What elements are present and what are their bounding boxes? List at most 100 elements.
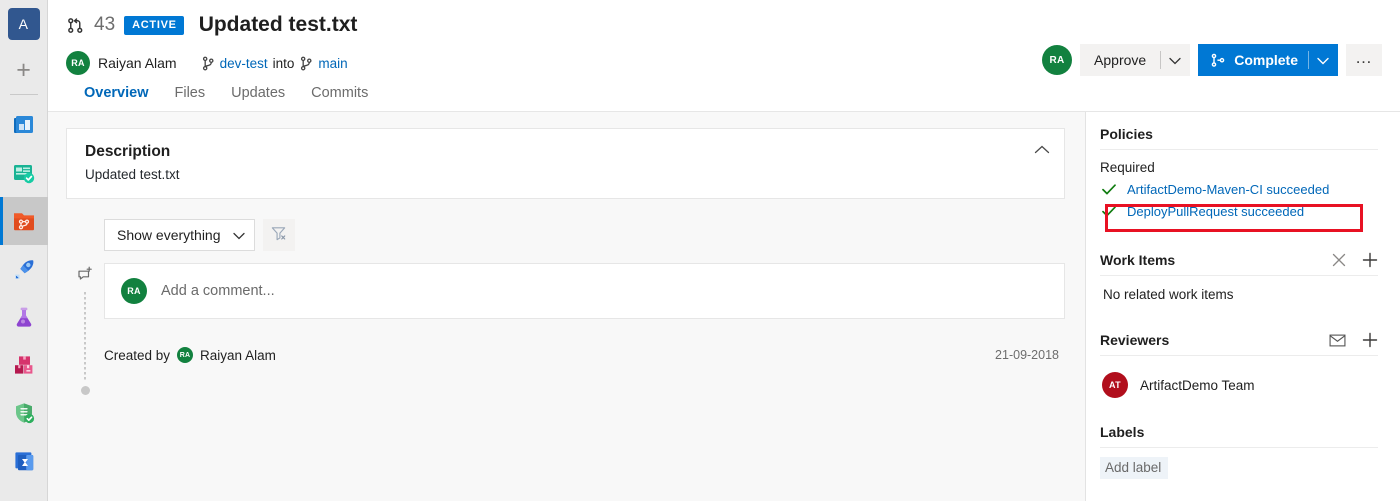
chevron-down-icon: [232, 227, 245, 243]
labels-body: Add label: [1100, 448, 1378, 479]
policy-link[interactable]: ArtifactDemo-Maven-CI succeeded: [1127, 182, 1329, 197]
author-avatar: RA: [66, 51, 90, 75]
show-everything-value: Show everything: [117, 227, 221, 243]
pull-request-page: A + 43 ACTIVE Updated test.txt RA Raiyan…: [0, 0, 1400, 501]
target-branch-link[interactable]: main: [318, 56, 347, 71]
organization-initial: A: [18, 16, 29, 32]
close-icon[interactable]: [1332, 253, 1346, 267]
page-content: 43 ACTIVE Updated test.txt RA Raiyan Ala…: [48, 0, 1400, 501]
page-title: Updated test.txt: [198, 13, 358, 36]
add-comment-icon: [76, 265, 94, 288]
organization-avatar[interactable]: A: [7, 8, 40, 40]
labels-heading: Labels: [1100, 424, 1145, 440]
complete-button[interactable]: Complete: [1198, 44, 1338, 76]
policies-section: Policies Required ArtifactDemo-Maven-CI …: [1100, 126, 1378, 232]
more-options-button[interactable]: …: [1346, 44, 1382, 76]
labels-heading-row: Labels: [1100, 424, 1378, 448]
tab-overview-label: Overview: [84, 85, 149, 101]
tab-updates-label: Updates: [231, 85, 286, 101]
created-by-initials: RA: [179, 351, 191, 359]
policy-row[interactable]: ArtifactDemo-Maven-CI succeeded: [1100, 178, 1378, 200]
add-comment-box[interactable]: RA Add a comment...: [104, 263, 1065, 319]
sidebar-item-boards[interactable]: [0, 101, 48, 149]
created-by-label: Created by: [104, 347, 171, 363]
security-icon: [12, 401, 36, 425]
reviewers-actions: [1329, 332, 1378, 348]
sidebar-item-artifacts[interactable]: [0, 341, 48, 389]
current-user-initials: RA: [1049, 54, 1065, 66]
approve-button[interactable]: Approve: [1080, 44, 1191, 76]
policies-heading-row: Policies: [1100, 126, 1378, 150]
tab-files[interactable]: Files: [175, 85, 206, 106]
repos-icon: [11, 208, 37, 234]
author-avatar-initials: RA: [71, 58, 85, 68]
status-badge: ACTIVE: [124, 15, 184, 35]
work-items-body: No related work items: [1100, 276, 1378, 302]
timeline-node: [80, 386, 90, 395]
complete-dropdown-toggle[interactable]: [1308, 44, 1338, 76]
collapse-description-button[interactable]: [1034, 145, 1050, 154]
current-user-avatar[interactable]: RA: [1042, 45, 1073, 75]
source-branch-link[interactable]: dev-test: [220, 56, 268, 71]
show-everything-dropdown[interactable]: Show everything: [104, 219, 255, 251]
list-item[interactable]: AT ArtifactDemo Team: [1100, 364, 1378, 398]
work-items-actions: [1332, 252, 1378, 268]
sidebar-item-security[interactable]: [0, 389, 48, 437]
comment-user-initials: RA: [127, 286, 141, 296]
timeline-connector: [84, 292, 86, 382]
add-label-button[interactable]: Add label: [1100, 457, 1169, 479]
analytics-icon: [12, 449, 36, 473]
check-icon: [1101, 205, 1117, 217]
tab-files-label: Files: [174, 85, 206, 101]
comment-input-placeholder: Add a comment...: [161, 283, 275, 299]
created-by-name: Raiyan Alam: [200, 347, 276, 363]
overview-main: Description Updated test.txt Show everyt…: [48, 112, 1085, 501]
reviewers-heading: Reviewers: [1100, 332, 1170, 348]
tab-overview[interactable]: Overview: [84, 85, 149, 106]
policy-row[interactable]: DeployPullRequest succeeded: [1100, 200, 1378, 222]
work-items-heading: Work Items: [1100, 252, 1176, 268]
reviewer-name: ArtifactDemo Team: [1140, 377, 1255, 393]
branch-into-text: into: [272, 55, 295, 71]
source-branch-icon: [201, 56, 215, 71]
tab-commits[interactable]: Commits: [311, 85, 368, 106]
created-date: 21-09-2018: [995, 348, 1059, 362]
branch-info: dev-test into main: [201, 56, 348, 71]
policy-link[interactable]: DeployPullRequest succeeded: [1127, 204, 1304, 219]
approve-dropdown-toggle[interactable]: [1160, 44, 1190, 76]
author-name: Raiyan Alam: [98, 55, 177, 71]
tab-commits-label: Commits: [311, 85, 369, 101]
discussion-filter-row: Show everything: [104, 219, 1065, 251]
artifacts-icon: [12, 353, 36, 377]
target-branch-icon: [299, 56, 313, 71]
add-work-item-icon[interactable]: [1362, 252, 1378, 268]
comment-user-avatar: RA: [121, 278, 147, 304]
timeline-rail: [75, 265, 95, 395]
check-icon: [1101, 183, 1117, 195]
sidebar-item-analytics[interactable]: [0, 437, 48, 485]
sidebar-item-pipelines[interactable]: [0, 245, 48, 293]
chevron-down-icon: [1317, 52, 1329, 68]
tab-updates[interactable]: Updates: [231, 85, 285, 106]
created-by-row: Created by RA Raiyan Alam 21-09-2018: [104, 347, 1065, 363]
reviewers-heading-row: Reviewers: [1100, 332, 1378, 356]
complete-button-label: Complete: [1234, 52, 1298, 68]
sidebar-item-repos[interactable]: [0, 197, 48, 245]
pull-request-number: 43: [94, 14, 116, 35]
no-work-items-text: No related work items: [1103, 287, 1234, 302]
sidebar-item-lab[interactable]: [0, 293, 48, 341]
reviewer-initials: AT: [1109, 380, 1121, 390]
description-text: Updated test.txt: [85, 167, 180, 182]
labels-section: Labels Add label: [1100, 424, 1378, 479]
mail-icon[interactable]: [1329, 334, 1346, 347]
discussion-timeline: RA Add a comment... Created by RA Raiyan…: [66, 263, 1065, 395]
rail-divider: [9, 94, 38, 95]
add-reviewer-icon[interactable]: [1362, 332, 1378, 348]
clear-filter-button[interactable]: [262, 219, 295, 251]
create-new-button[interactable]: +: [8, 54, 40, 86]
sidebar-item-test-plans[interactable]: [0, 149, 48, 197]
work-items-section: Work Items No related work items: [1100, 252, 1378, 302]
